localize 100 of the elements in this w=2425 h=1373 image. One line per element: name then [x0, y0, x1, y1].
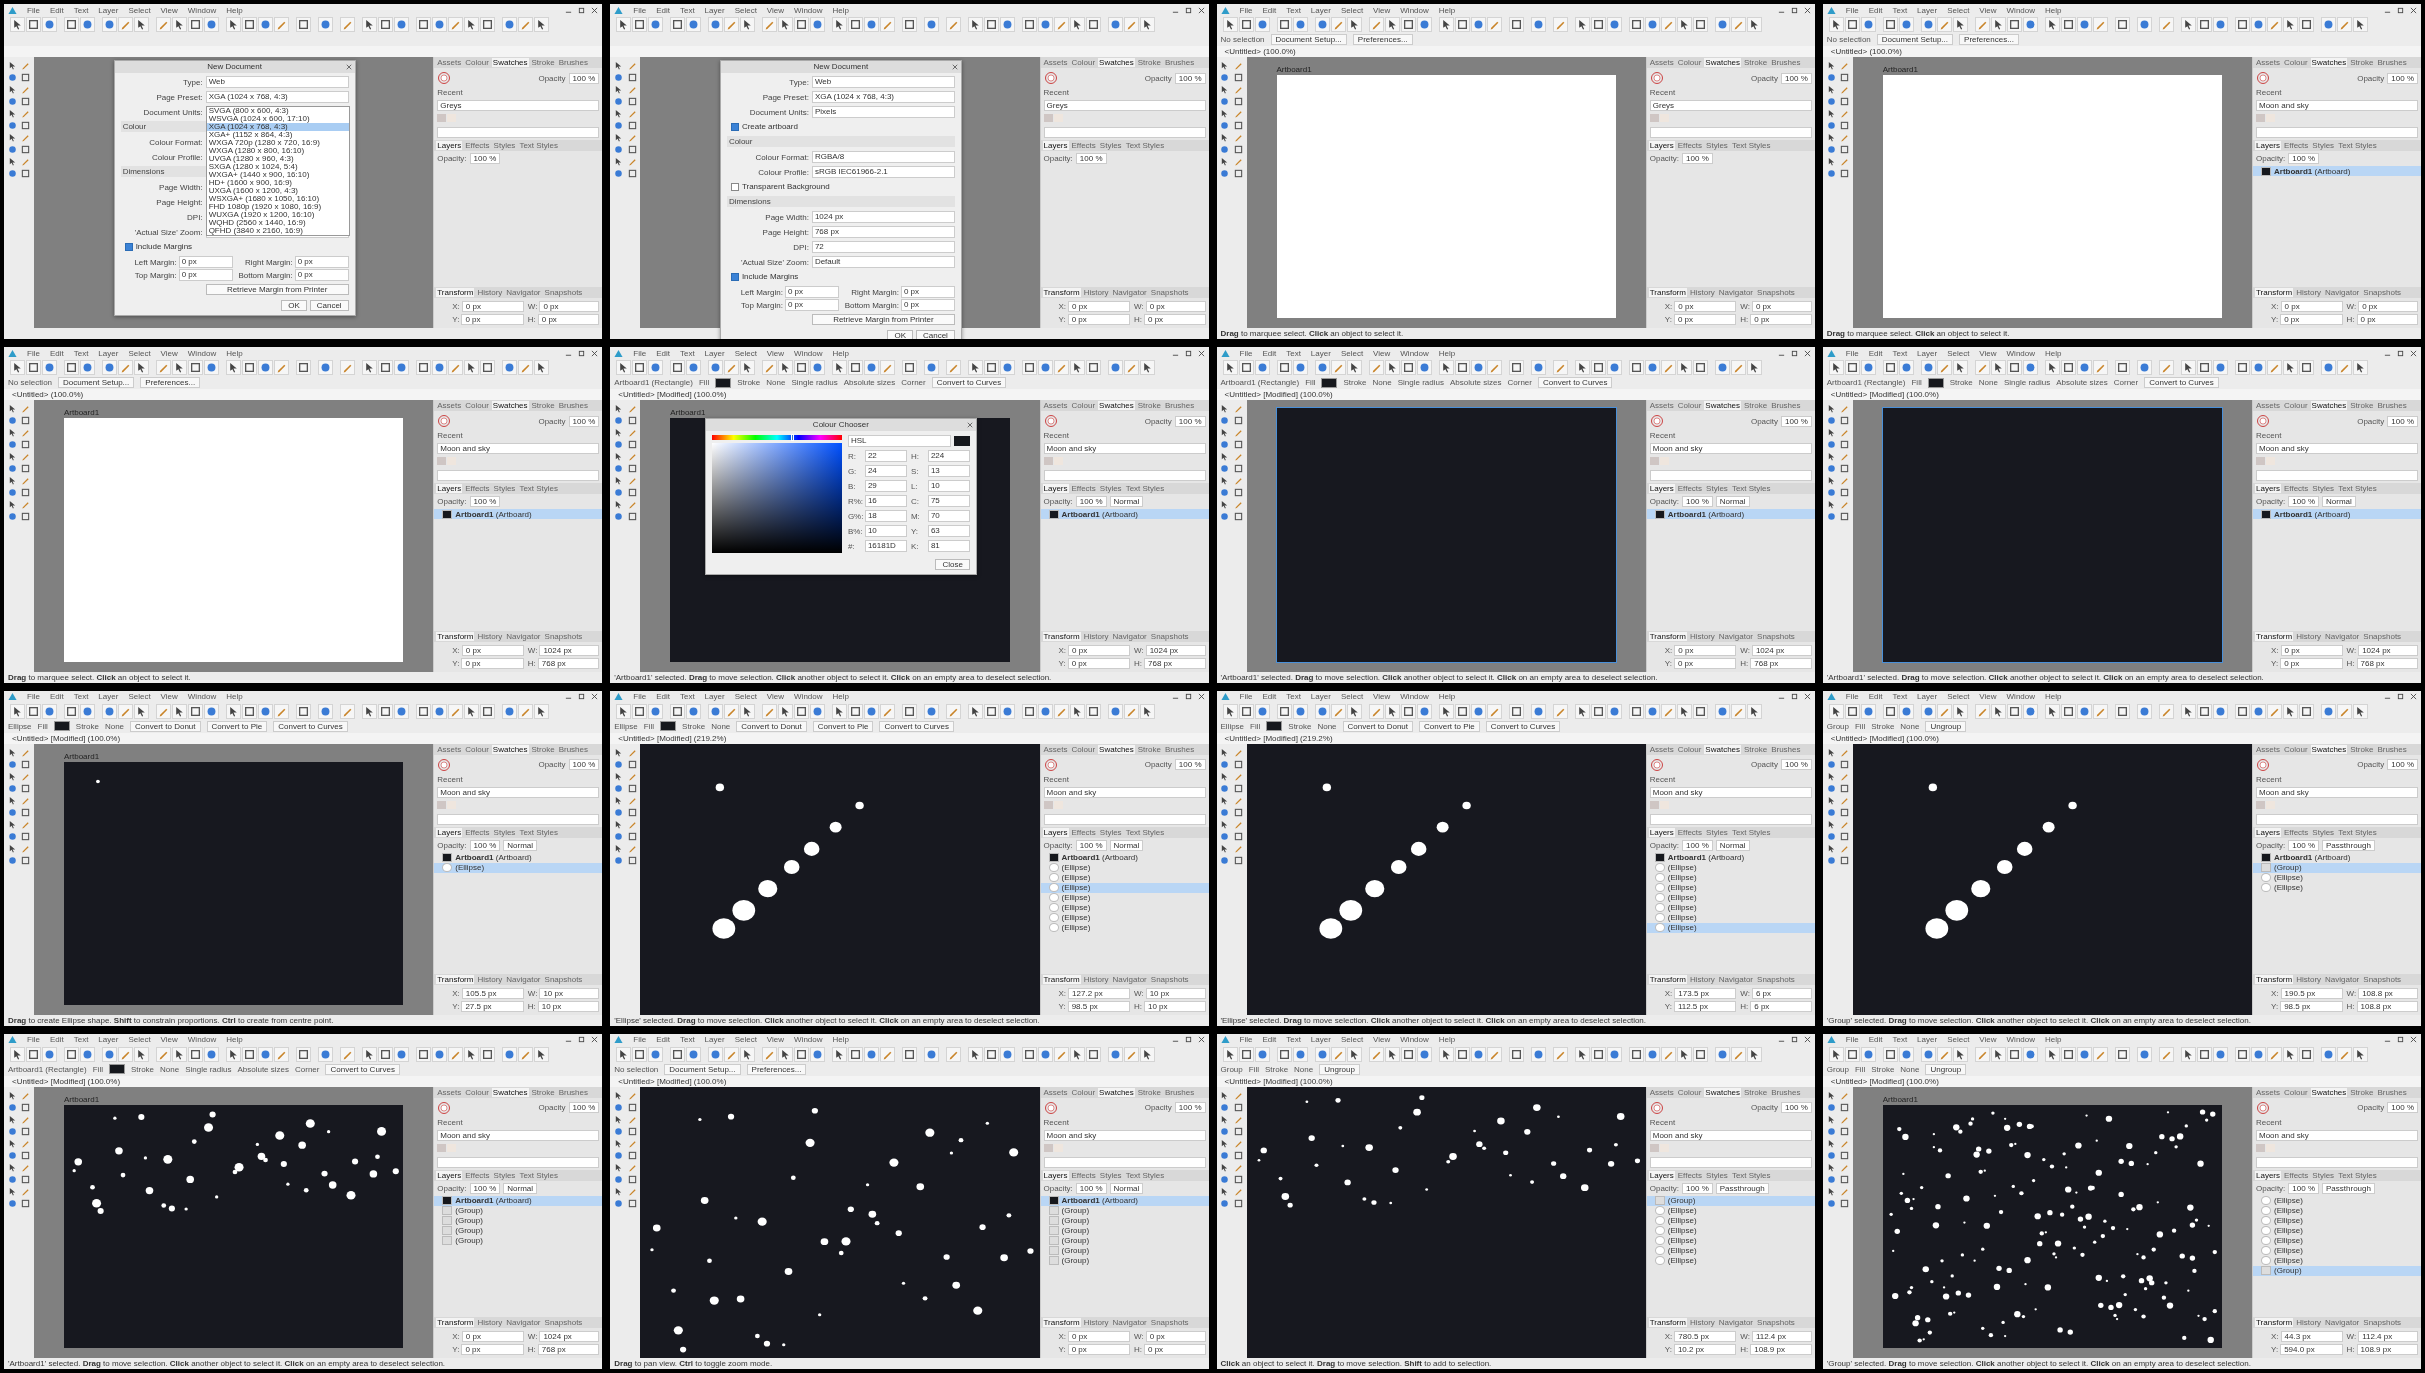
menu-item[interactable]: Window — [2006, 348, 2035, 358]
layer-row[interactable]: (Group) — [434, 1215, 603, 1226]
blend-mode-dropdown[interactable]: Normal — [1109, 1182, 1144, 1194]
layer-row[interactable]: (Ellipse) — [1040, 882, 1209, 893]
panel-tab[interactable]: Brushes — [2376, 744, 2408, 754]
blend-mode-dropdown[interactable]: Normal — [1109, 496, 1144, 508]
dropdown-option[interactable]: WXGA (1280 x 800, 16:10) — [206, 147, 349, 155]
input-field[interactable]: 27.5 px — [461, 1000, 524, 1012]
panel-tab[interactable]: Transform — [1648, 974, 1687, 984]
document-tab[interactable]: <Untitled> (100.0%) — [1822, 46, 2421, 57]
context-button[interactable]: Convert to Pie — [206, 720, 268, 732]
layer-row[interactable]: Artboard1 (Artboard) — [434, 852, 603, 863]
panel-tab[interactable]: Styles — [492, 141, 517, 150]
input-field[interactable]: 108.8 px — [2356, 1000, 2418, 1012]
menu-item[interactable]: Layer — [98, 692, 119, 701]
input-field[interactable]: 0 px — [2280, 644, 2343, 656]
panel-tab[interactable]: Assets — [2255, 744, 2281, 754]
panel-tab[interactable]: Text Styles — [518, 827, 560, 837]
menu-item[interactable]: Text — [679, 5, 695, 15]
layer-row[interactable]: (Ellipse) — [1646, 1215, 1815, 1226]
input-field[interactable]: 0 px — [1674, 301, 1737, 313]
panel-tab[interactable]: Effects — [1070, 827, 1097, 837]
palette-dropdown[interactable]: Moon and sky — [2256, 100, 2418, 111]
panel-tab[interactable]: History — [476, 631, 504, 641]
panel-tab[interactable]: Layers — [1648, 141, 1675, 150]
menu-item[interactable]: Layer — [704, 692, 725, 701]
panel-tab[interactable]: Stroke — [2349, 58, 2375, 67]
menu-item[interactable]: Select — [734, 1035, 757, 1045]
panel-tab[interactable]: Transform — [436, 288, 475, 298]
input-field[interactable]: 224 — [927, 450, 970, 463]
panel-tab[interactable]: Transform — [1648, 288, 1687, 298]
dialog-button[interactable]: Cancel — [309, 300, 349, 311]
panel-tab[interactable]: Snapshots — [2362, 1318, 2403, 1327]
dropdown-option[interactable]: WSXGA+ (1680 x 1050, 16:10) — [206, 195, 349, 203]
input-field[interactable]: 768 px — [1750, 657, 1812, 669]
context-button[interactable]: Convert to Pie — [1419, 720, 1480, 732]
panel-tab[interactable]: Snapshots — [1149, 288, 1190, 298]
menu-item[interactable]: Text — [73, 1035, 89, 1045]
panel-tab[interactable]: Transform — [1042, 631, 1081, 641]
opacity-field[interactable]: 100 % — [1075, 839, 1107, 851]
menu-item[interactable]: Window — [2006, 1035, 2035, 1045]
input-field[interactable]: 63 — [927, 525, 970, 538]
panel-tab[interactable]: Swatches — [1704, 1087, 1742, 1097]
opacity-field[interactable]: 100 % — [568, 72, 600, 84]
layer-row[interactable]: (Group) — [434, 1205, 603, 1216]
menu-item[interactable]: Edit — [656, 5, 670, 15]
input-field[interactable]: 594.0 px — [2280, 1344, 2343, 1355]
input-field[interactable]: 0 px — [2280, 301, 2343, 313]
panel-tab[interactable]: Stroke — [1743, 1087, 1769, 1097]
menu-item[interactable]: File — [1239, 692, 1253, 701]
menu-item[interactable]: Edit — [656, 692, 670, 701]
context-button[interactable]: Convert to Donut — [130, 720, 201, 732]
panel-tab[interactable]: Assets — [436, 744, 463, 754]
menu-item[interactable]: Layer — [704, 348, 725, 358]
layer-row[interactable]: Artboard1 (Artboard) — [2253, 509, 2421, 520]
input-field[interactable]: 70 — [927, 510, 970, 523]
panel-tab[interactable]: Transform — [1648, 631, 1687, 641]
menu-item[interactable]: File — [27, 348, 40, 358]
menu-item[interactable]: Window — [1400, 5, 1429, 15]
panel-tab[interactable]: Text Styles — [1730, 1170, 1772, 1180]
menu-item[interactable]: Window — [2006, 692, 2035, 701]
input-field[interactable]: 81 — [927, 540, 970, 553]
layer-row[interactable]: (Ellipse) — [1040, 872, 1209, 883]
menu-item[interactable]: Window — [794, 1035, 823, 1045]
panel-tab[interactable]: Layers — [1042, 1170, 1069, 1180]
panel-tab[interactable]: Effects — [1070, 1170, 1097, 1180]
panel-tab[interactable]: Text Styles — [518, 1170, 560, 1180]
panel-tab[interactable]: Assets — [2255, 1087, 2281, 1097]
dropdown-option[interactable]: WXGA+ (1440 x 900, 16:10) — [206, 171, 349, 179]
layer-row[interactable]: (Group) — [1646, 1195, 1815, 1206]
panel-tab[interactable]: Colour — [464, 401, 490, 411]
panel-tab[interactable]: Swatches — [2310, 401, 2348, 411]
panel-tab[interactable]: Assets — [1648, 1087, 1675, 1097]
panel-tab[interactable]: Styles — [2311, 827, 2336, 837]
colour-model-dropdown[interactable]: HSL — [847, 435, 951, 448]
panel-tab[interactable]: Colour — [1676, 1087, 1703, 1097]
menu-item[interactable]: File — [1845, 1035, 1859, 1045]
menu-item[interactable]: Text — [1286, 348, 1301, 358]
menu-item[interactable]: Layer — [704, 5, 725, 15]
panel-tab[interactable]: Styles — [1705, 827, 1729, 837]
opacity-field[interactable]: 100 % — [2288, 496, 2320, 508]
menu-item[interactable]: Help — [1438, 692, 1456, 701]
menu-item[interactable]: Layer — [1310, 5, 1331, 15]
menu-item[interactable]: Edit — [1262, 692, 1277, 701]
panel-tab[interactable]: Snapshots — [543, 288, 584, 298]
palette-dropdown[interactable]: Moon and sky — [1043, 443, 1206, 455]
dropdown-option[interactable]: FHD 1080p (1920 x 1080, 16:9) — [206, 203, 349, 211]
layer-row[interactable]: (Ellipse) — [2253, 1195, 2421, 1206]
input-field[interactable]: 0 px — [2280, 657, 2343, 669]
palette-dropdown[interactable]: Moon and sky — [1043, 786, 1206, 798]
dropdown-option[interactable]: XGA (1024 x 768, 4:3) — [206, 123, 349, 131]
panel-tab[interactable]: Colour — [2283, 1087, 2309, 1097]
menu-item[interactable]: Select — [1340, 692, 1364, 701]
panel-tab[interactable]: Swatches — [1098, 1087, 1135, 1097]
document-tab[interactable]: <Untitled> [Modified] (100.0%) — [4, 1075, 603, 1087]
panel-tab[interactable]: History — [2295, 631, 2323, 641]
menu-item[interactable]: Layer — [1917, 348, 1938, 358]
dropdown-field[interactable]: RGBA/8 — [811, 151, 955, 163]
panel-tab[interactable]: Brushes — [557, 744, 589, 754]
panel-tab[interactable]: Layers — [2255, 827, 2281, 837]
